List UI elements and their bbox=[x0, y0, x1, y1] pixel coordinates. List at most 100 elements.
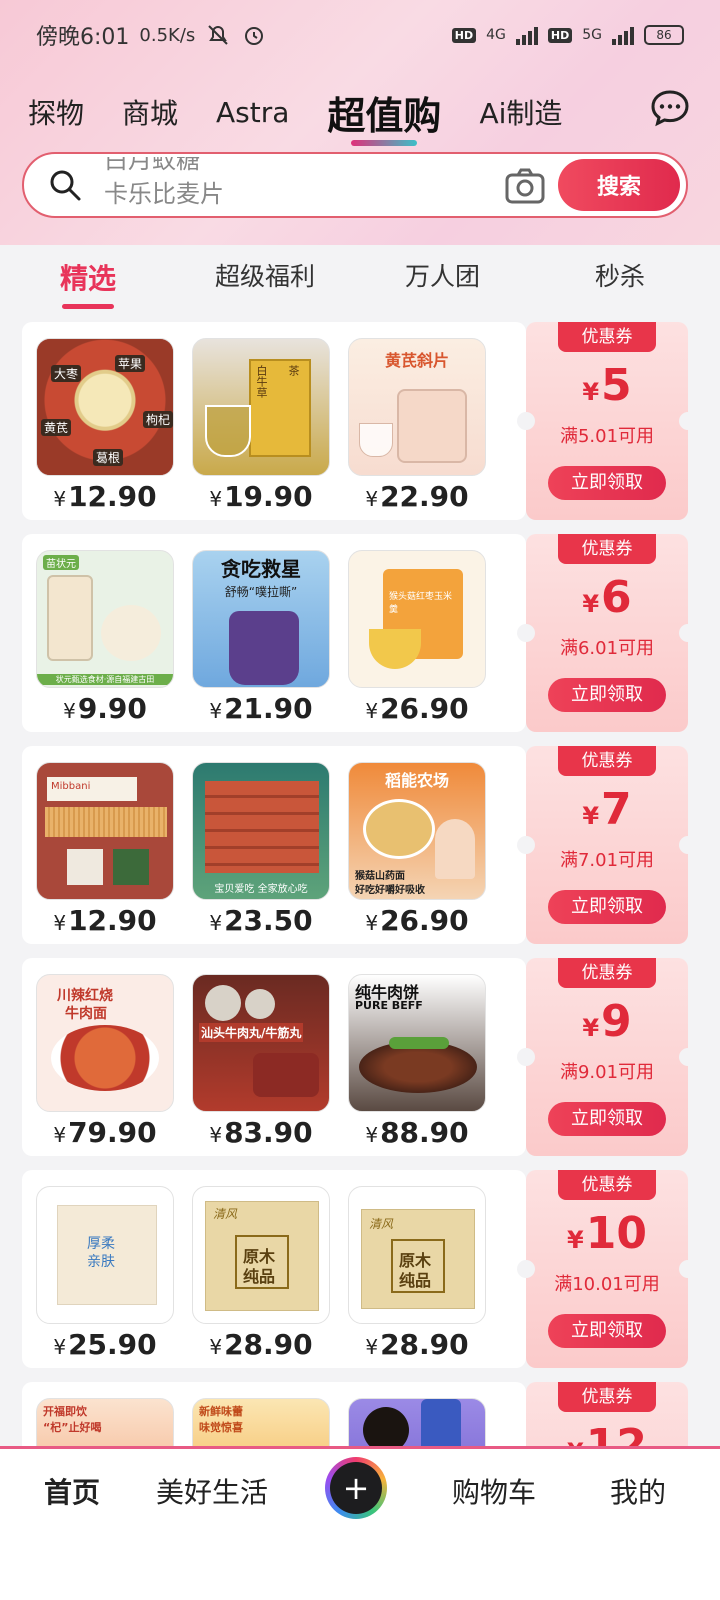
plus-icon: + bbox=[330, 1462, 382, 1514]
hd-badge-2: HD bbox=[547, 27, 573, 43]
product-image: 白牛草 茶 bbox=[192, 338, 330, 476]
hd-badge: HD bbox=[451, 27, 477, 43]
coupon-condition: 满9.01可用 bbox=[559, 1062, 655, 1083]
top-nav: 探物 商城 Astra 超值购 Ai制造 bbox=[0, 78, 720, 146]
product-image: 清风 原木 纯品 bbox=[348, 1186, 486, 1324]
chat-bubble-icon[interactable] bbox=[650, 88, 690, 128]
signal-icon bbox=[515, 25, 538, 45]
coupon-card: 优惠券 ¥6 满6.01可用 立即领取 bbox=[517, 534, 697, 732]
nav-tab-explore[interactable]: 探物 bbox=[28, 92, 84, 132]
product-image: 汕头牛肉丸/牛筋丸 bbox=[192, 974, 330, 1112]
signal-icon-2 bbox=[612, 25, 634, 45]
product-card[interactable]: 猴头菇红枣玉米羹 ¥26.90 bbox=[348, 550, 486, 725]
product-price: ¥21.90 bbox=[209, 692, 313, 725]
search-input[interactable]: 白月蚊糖 卡乐比麦片 bbox=[104, 157, 224, 213]
product-price: ¥23.50 bbox=[209, 904, 313, 937]
status-bar: 傍晚6:01 0.5K/s HD 4G HD 5G 86 bbox=[0, 0, 720, 70]
status-speed: 0.5K/s bbox=[139, 24, 196, 46]
product-card[interactable]: 大枣 苹果 枸杞 黄芪 葛根 ¥12.90 bbox=[36, 338, 174, 513]
coupon-condition: 满10.01可用 bbox=[554, 1274, 660, 1295]
coupon-tag: 优惠券 bbox=[558, 958, 656, 988]
deal-row: 大枣 苹果 枸杞 黄芪 葛根 ¥12.90 白牛草 茶 ¥19.90 黄芪斜片 … bbox=[22, 322, 697, 520]
product-price: ¥25.90 bbox=[53, 1328, 157, 1361]
network-type: 4G bbox=[486, 27, 506, 43]
sub-tab-flash-sale[interactable]: 秒杀 bbox=[595, 257, 645, 293]
nav-tab-astra[interactable]: Astra bbox=[216, 96, 289, 129]
search-placeholder-line2: 卡乐比麦片 bbox=[104, 180, 224, 208]
product-image: 稻能农场 猴菇山药面 好吃好嚼好吸收 bbox=[348, 762, 486, 900]
product-group: 川辣红烧 牛肉面 ¥79.90 汕头牛肉丸/牛筋丸 ¥83.90 纯牛肉饼 PU… bbox=[22, 958, 526, 1156]
product-card[interactable]: 清风 原木 纯品 ¥28.90 bbox=[348, 1186, 486, 1361]
nav-tab-mall[interactable]: 商城 bbox=[122, 92, 178, 132]
coupon-condition: 满5.01可用 bbox=[559, 426, 655, 447]
product-price: ¥12.90 bbox=[53, 904, 157, 937]
product-price: ¥12.90 bbox=[53, 480, 157, 513]
product-price: ¥19.90 bbox=[209, 480, 313, 513]
coupon-amount: ¥9 bbox=[582, 996, 632, 1047]
product-price: ¥22.90 bbox=[365, 480, 469, 513]
search-button[interactable]: 搜索 bbox=[558, 159, 680, 211]
coupon-tag: 优惠券 bbox=[558, 1170, 656, 1200]
coupon-tag: 优惠券 bbox=[558, 534, 656, 564]
nav-tab-ai-create[interactable]: Ai制造 bbox=[479, 92, 562, 132]
coupon-condition: 满6.01可用 bbox=[559, 638, 655, 659]
product-card[interactable]: 稻能农场 猴菇山药面 好吃好嚼好吸收 ¥26.90 bbox=[348, 762, 486, 937]
search-box[interactable]: 白月蚊糖 卡乐比麦片 搜索 bbox=[22, 152, 688, 218]
coupon-amount: ¥6 bbox=[582, 572, 632, 623]
battery-icon: 86 bbox=[644, 25, 684, 45]
network-type-2: 5G bbox=[582, 27, 602, 43]
claim-coupon-button[interactable]: 立即领取 bbox=[548, 678, 666, 712]
claim-coupon-button[interactable]: 立即领取 bbox=[548, 1314, 666, 1348]
coupon-card: 优惠券 ¥10 满10.01可用 立即领取 bbox=[517, 1170, 697, 1368]
claim-coupon-button[interactable]: 立即领取 bbox=[548, 890, 666, 924]
product-card[interactable]: 苗状元 状元甄选食材·源自福建古田 ¥9.90 bbox=[36, 550, 174, 725]
product-image: 川辣红烧 牛肉面 bbox=[36, 974, 174, 1112]
product-card[interactable]: 清风 原木 纯品 ¥28.90 bbox=[192, 1186, 330, 1361]
coupon-tag: 优惠券 bbox=[558, 322, 656, 352]
sub-tab-group-buy[interactable]: 万人团 bbox=[405, 257, 480, 293]
product-image: 清风 原木 纯品 bbox=[192, 1186, 330, 1324]
product-price: ¥28.90 bbox=[209, 1328, 313, 1361]
product-price: ¥83.90 bbox=[209, 1116, 313, 1149]
deal-row: Mibbani ¥12.90 宝贝爱吃 全家放心吃 ¥23.50 稻能农场 猴菇… bbox=[22, 746, 697, 944]
coupon-card: 优惠券 ¥7 满7.01可用 立即领取 bbox=[517, 746, 697, 944]
camera-icon[interactable] bbox=[504, 166, 546, 206]
deal-row: 厚柔 亲肤 ¥25.90 清风 原木 纯品 ¥28.90 清风 原木 纯品 ¥2… bbox=[22, 1170, 697, 1368]
bottom-nav: 首页 美好生活 + 购物车 我的 bbox=[0, 1446, 720, 1600]
sub-tab-super-benefits[interactable]: 超级福利 bbox=[215, 257, 315, 293]
product-image: 贪吃救星 舒畅“噗拉嘶” bbox=[192, 550, 330, 688]
product-group: 厚柔 亲肤 ¥25.90 清风 原木 纯品 ¥28.90 清风 原木 纯品 ¥2… bbox=[22, 1170, 526, 1368]
product-card[interactable]: 汕头牛肉丸/牛筋丸 ¥83.90 bbox=[192, 974, 330, 1149]
coupon-tag: 优惠券 bbox=[558, 1382, 656, 1412]
product-price: ¥9.90 bbox=[63, 692, 147, 725]
nav-tab-value-buy[interactable]: 超值购 bbox=[327, 85, 441, 146]
sub-tabs: 精选 超级福利 万人团 秒杀 bbox=[0, 245, 720, 309]
search-icon bbox=[50, 170, 81, 201]
product-card[interactable]: Mibbani ¥12.90 bbox=[36, 762, 174, 937]
bottom-nav-good-life[interactable]: 美好生活 bbox=[156, 1471, 268, 1511]
product-card[interactable]: 川辣红烧 牛肉面 ¥79.90 bbox=[36, 974, 174, 1149]
alarm-icon bbox=[245, 27, 264, 45]
sub-tab-featured[interactable]: 精选 bbox=[60, 257, 116, 309]
product-image: 黄芪斜片 bbox=[348, 338, 486, 476]
product-card[interactable]: 贪吃救星 舒畅“噗拉嘶” ¥21.90 bbox=[192, 550, 330, 725]
product-card[interactable]: 纯牛肉饼 PURE BEFF ¥88.90 bbox=[348, 974, 486, 1149]
claim-coupon-button[interactable]: 立即领取 bbox=[548, 466, 666, 500]
product-price: ¥79.90 bbox=[53, 1116, 157, 1149]
bottom-nav-mine[interactable]: 我的 bbox=[610, 1471, 666, 1511]
claim-coupon-button[interactable]: 立即领取 bbox=[548, 1102, 666, 1136]
create-plus-button[interactable]: + bbox=[325, 1457, 387, 1519]
mute-bell-icon bbox=[208, 25, 228, 45]
product-image: 猴头菇红枣玉米羹 bbox=[348, 550, 486, 688]
product-group: Mibbani ¥12.90 宝贝爱吃 全家放心吃 ¥23.50 稻能农场 猴菇… bbox=[22, 746, 526, 944]
product-card[interactable]: 厚柔 亲肤 ¥25.90 bbox=[36, 1186, 174, 1361]
coupon-amount: ¥7 bbox=[582, 784, 632, 835]
bottom-nav-cart[interactable]: 购物车 bbox=[452, 1471, 536, 1511]
product-card[interactable]: 白牛草 茶 ¥19.90 bbox=[192, 338, 330, 513]
product-card[interactable]: 黄芪斜片 ¥22.90 bbox=[348, 338, 486, 513]
search-placeholder-line1: 白月蚊糖 bbox=[104, 157, 200, 174]
coupon-amount: ¥5 bbox=[582, 360, 632, 411]
product-card[interactable]: 宝贝爱吃 全家放心吃 ¥23.50 bbox=[192, 762, 330, 937]
bottom-nav-home[interactable]: 首页 bbox=[44, 1471, 100, 1511]
coupon-card: 优惠券 ¥9 满9.01可用 立即领取 bbox=[517, 958, 697, 1156]
